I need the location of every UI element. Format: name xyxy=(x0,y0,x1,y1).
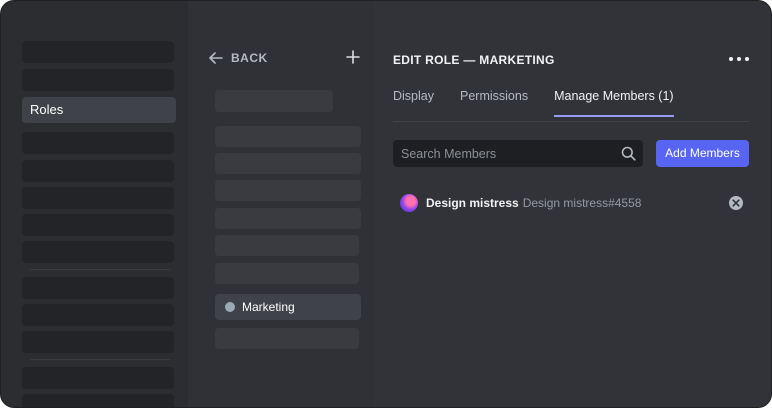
sidebar-item-roles[interactable]: Roles xyxy=(22,97,176,123)
sidebar-item-placeholder[interactable] xyxy=(22,187,174,209)
sidebar-divider xyxy=(30,269,170,270)
plus-icon-glyph xyxy=(346,50,360,64)
member-tag: Design mistress#4558 xyxy=(522,196,642,210)
sidebar-item-placeholder[interactable] xyxy=(22,69,174,91)
edit-role-panel: EDIT ROLE — MARKETING Display Permission… xyxy=(374,1,771,407)
more-options-icon[interactable] xyxy=(729,52,749,66)
sidebar-item-placeholder[interactable] xyxy=(22,304,174,326)
role-item-placeholder[interactable] xyxy=(215,235,359,256)
sidebar-item-placeholder[interactable] xyxy=(22,277,174,299)
sidebar-item-placeholder[interactable] xyxy=(22,367,174,389)
sidebar-item-placeholder[interactable] xyxy=(22,132,174,154)
search-input[interactable] xyxy=(393,139,619,168)
sidebar-item-placeholder[interactable] xyxy=(22,241,174,263)
avatar xyxy=(400,194,418,212)
back-label: BACK xyxy=(231,51,268,65)
tab-bar: Display Permissions Manage Members (1) xyxy=(393,89,700,117)
role-item-marketing[interactable]: Marketing xyxy=(215,294,361,320)
arrow-left-icon xyxy=(209,52,223,64)
sidebar-item-placeholder[interactable] xyxy=(22,41,174,63)
search-icon[interactable] xyxy=(619,145,637,163)
sidebar-divider xyxy=(30,359,170,360)
search-members-box xyxy=(393,139,643,168)
role-item-placeholder[interactable] xyxy=(215,328,359,349)
tab-display[interactable]: Display xyxy=(393,89,434,117)
add-members-button[interactable]: Add Members xyxy=(656,140,749,167)
dot-icon xyxy=(737,57,741,61)
tab-divider xyxy=(393,121,749,122)
roles-list-panel: BACK Marketing xyxy=(188,1,374,407)
tab-manage-members[interactable]: Manage Members (1) xyxy=(554,89,674,117)
sidebar-item-placeholder[interactable] xyxy=(22,214,174,236)
role-item-placeholder[interactable] xyxy=(215,263,359,284)
dot-icon xyxy=(729,57,733,61)
sidebar-item-label: Roles xyxy=(30,102,64,117)
settings-sidebar: Roles xyxy=(1,1,188,407)
sidebar-item-placeholder[interactable] xyxy=(22,331,174,353)
role-item-placeholder[interactable] xyxy=(215,180,361,201)
member-row[interactable]: Design mistress Design mistress#4558 xyxy=(400,193,745,213)
sidebar-item-placeholder[interactable] xyxy=(22,394,174,407)
search-icon-glyph xyxy=(621,146,636,161)
remove-member-icon[interactable] xyxy=(729,196,743,210)
role-item-placeholder[interactable] xyxy=(215,153,361,174)
page-title: EDIT ROLE — MARKETING xyxy=(393,53,555,67)
sidebar-item-placeholder[interactable] xyxy=(22,160,174,182)
plus-icon[interactable] xyxy=(345,50,361,66)
role-item-placeholder[interactable] xyxy=(215,126,361,147)
dot-icon xyxy=(745,57,749,61)
member-display-name: Design mistress xyxy=(426,196,519,210)
close-icon xyxy=(732,199,740,207)
role-item-placeholder[interactable] xyxy=(215,90,333,112)
app-window: Roles BACK Marketing EDIT ROLE — MARKETI… xyxy=(0,0,772,408)
role-item-placeholder[interactable] xyxy=(215,208,361,229)
role-item-label: Marketing xyxy=(242,300,295,314)
role-color-dot xyxy=(225,302,235,312)
tab-permissions[interactable]: Permissions xyxy=(460,89,528,117)
back-button[interactable]: BACK xyxy=(209,51,268,65)
